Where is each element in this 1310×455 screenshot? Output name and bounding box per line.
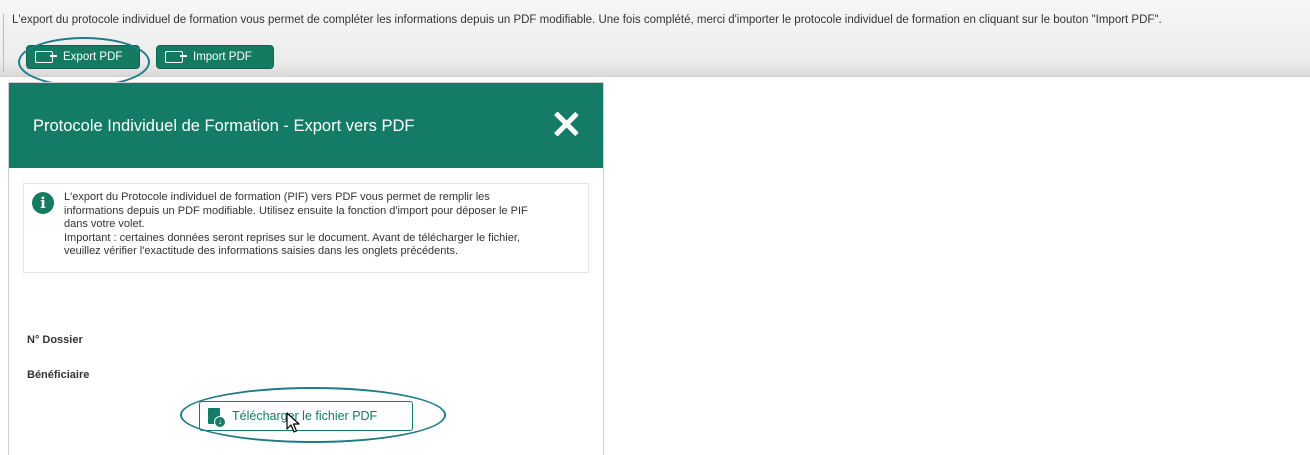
info-notice: i L'export du Protocole individuel de fo… (23, 183, 589, 273)
dossier-label: N° Dossier (27, 334, 83, 346)
top-info-bar: L'export du protocole individuel de form… (0, 0, 1310, 77)
notice-line: dans votre volet. (64, 218, 145, 230)
download-pdf-label: Télécharger le fichier PDF (232, 409, 378, 423)
notice-line: Important : certaines données seront rep… (64, 231, 520, 244)
export-info-text: L'export du protocole individuel de form… (12, 14, 1162, 26)
import-file-icon (165, 51, 187, 63)
pdf-download-icon: ↓ (208, 408, 226, 428)
export-pdf-button[interactable]: Export PDF (26, 45, 140, 69)
download-pdf-button[interactable]: ↓ Télécharger le fichier PDF (199, 401, 413, 431)
export-pdf-label: Export PDF (63, 51, 123, 63)
modal-title: Protocole Individuel de Formation - Expo… (33, 117, 415, 135)
export-file-icon (35, 51, 57, 63)
notice-text: L'export du Protocole individuel de form… (64, 191, 584, 259)
close-icon[interactable] (553, 111, 579, 137)
notice-line: informations depuis un PDF modifiable. U… (64, 204, 528, 217)
notice-line: veuillez vérifier l'exactitude des infor… (64, 245, 459, 257)
export-pdf-modal: Protocole Individuel de Formation - Expo… (8, 82, 604, 455)
notice-line: L'export du Protocole individuel de form… (64, 191, 490, 203)
beneficiaire-label: Bénéficiaire (27, 369, 90, 381)
import-pdf-label: Import PDF (193, 51, 252, 63)
import-pdf-button[interactable]: Import PDF (156, 45, 274, 69)
modal-header: Protocole Individuel de Formation - Expo… (9, 83, 603, 168)
left-divider (3, 14, 4, 72)
info-icon: i (32, 192, 54, 214)
